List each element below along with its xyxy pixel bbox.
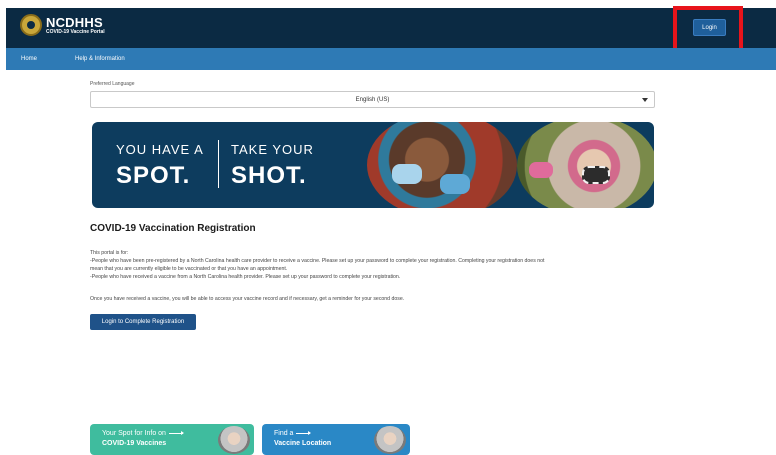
note-text: Once you have received a vaccine, you wi… bbox=[90, 296, 405, 302]
intro-text: This portal is for: bbox=[90, 250, 129, 256]
card-big-text: Vaccine Location bbox=[274, 440, 332, 447]
card-big-text: COVID-19 Vaccines bbox=[102, 440, 167, 447]
banner-line1-left: YOU HAVE A bbox=[116, 142, 204, 157]
card-small-text: Find a bbox=[274, 430, 312, 437]
language-select[interactable]: English (US) bbox=[90, 91, 655, 108]
bullet-text-1a: -People who have been pre-registered by … bbox=[90, 258, 545, 264]
ncdhhs-logo[interactable]: NCDHHS COVID-19 Vaccine Portal bbox=[20, 14, 105, 36]
arrow-right-icon bbox=[168, 430, 184, 435]
logo-title: NCDHHS bbox=[46, 14, 103, 30]
card-small-label: Find a bbox=[274, 430, 294, 437]
mask-graphic bbox=[582, 166, 610, 184]
logo-text: NCDHHS COVID-19 Vaccine Portal bbox=[46, 16, 105, 35]
banner-line1-right: TAKE YOUR bbox=[231, 142, 314, 157]
state-seal-icon bbox=[20, 14, 42, 36]
card-photo bbox=[374, 426, 406, 454]
page-title: COVID-19 Vaccination Registration bbox=[90, 223, 256, 234]
language-label: Preferred Language bbox=[90, 81, 135, 87]
card-small-label: Your Spot for Info on bbox=[102, 430, 166, 437]
banner-divider bbox=[218, 140, 219, 188]
header: NCDHHS COVID-19 Vaccine Portal Login bbox=[6, 6, 776, 52]
nav-bar: Home Help & Information bbox=[6, 48, 776, 70]
arrow-right-icon bbox=[296, 430, 312, 435]
language-selected-value: English (US) bbox=[355, 96, 390, 103]
vaccine-banner: YOU HAVE A SPOT. TAKE YOUR SHOT. bbox=[92, 122, 654, 208]
card-photo bbox=[218, 426, 250, 454]
caret-down-icon bbox=[642, 98, 648, 102]
mask-graphic bbox=[392, 164, 422, 184]
card-small-text: Your Spot for Info on bbox=[102, 430, 184, 437]
bullet-text-2: -People who have received a vaccine from… bbox=[90, 274, 401, 280]
mask-graphic bbox=[440, 174, 470, 194]
mask-graphic bbox=[529, 162, 553, 178]
banner-photo-family bbox=[367, 122, 517, 208]
logo-subtitle: COVID-19 Vaccine Portal bbox=[46, 28, 105, 35]
bullet-text-1b: mean that you are currently eligible to … bbox=[90, 266, 288, 272]
login-complete-registration-button[interactable]: Login to Complete Registration bbox=[90, 314, 196, 330]
nav-item-home[interactable]: Home bbox=[21, 56, 37, 62]
vaccine-location-card[interactable]: Find a Vaccine Location bbox=[262, 424, 410, 455]
login-button[interactable]: Login bbox=[693, 19, 726, 36]
nav-item-help-information[interactable]: Help & Information bbox=[75, 56, 125, 62]
page: NCDHHS COVID-19 Vaccine Portal Login Hom… bbox=[6, 6, 776, 455]
banner-line2-right: SHOT. bbox=[231, 162, 307, 189]
covid-info-card[interactable]: Your Spot for Info on COVID-19 Vaccines bbox=[90, 424, 254, 455]
banner-line2-left: SPOT. bbox=[116, 162, 191, 189]
